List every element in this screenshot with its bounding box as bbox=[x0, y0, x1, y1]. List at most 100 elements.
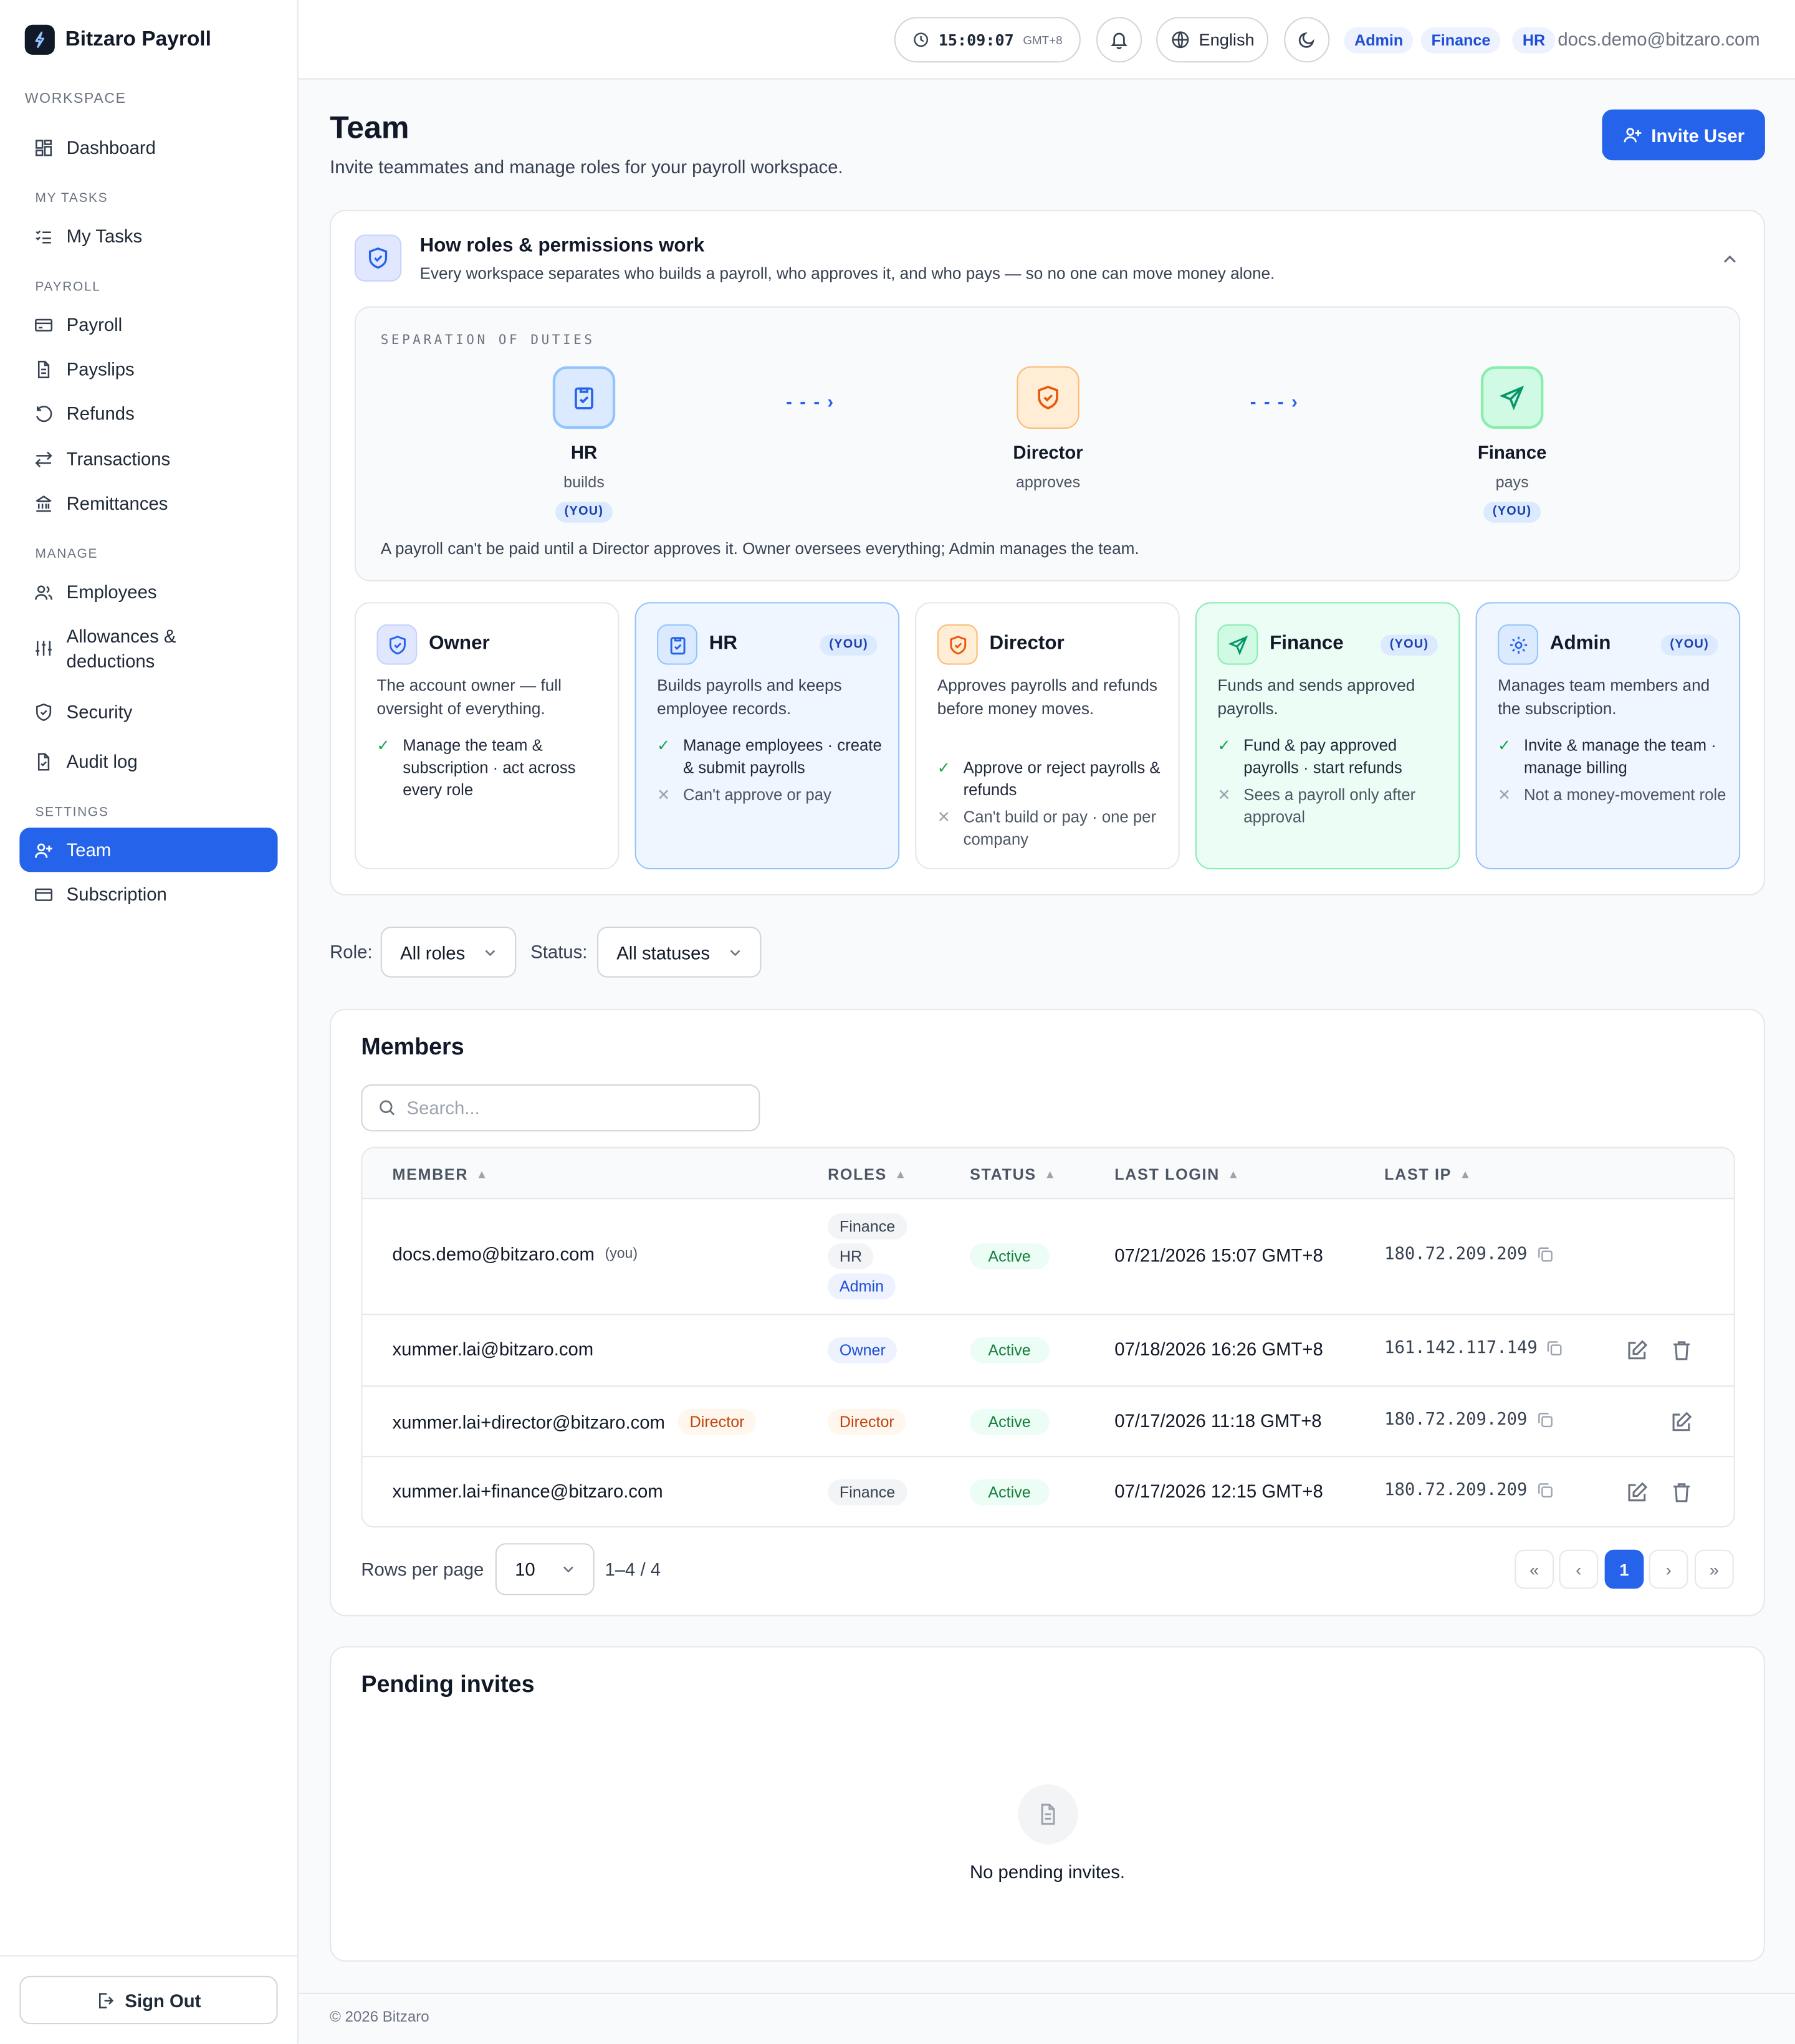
permission-allowed: ✓ Approve or reject payrolls & refunds bbox=[937, 757, 1172, 801]
edit-icon[interactable] bbox=[1625, 1339, 1649, 1362]
duty-name: Finance bbox=[1477, 442, 1547, 463]
previous-page-button[interactable]: ‹ bbox=[1559, 1549, 1599, 1589]
copy-icon[interactable] bbox=[1536, 1411, 1553, 1428]
sidebar-item-transactions[interactable]: Transactions bbox=[19, 446, 277, 472]
shield-check-icon bbox=[354, 234, 402, 282]
last-ip-cell: 161.142.117.149 bbox=[1384, 1339, 1563, 1358]
chevron-down-icon bbox=[485, 949, 495, 956]
column-label: MEMBER bbox=[392, 1165, 469, 1184]
sidebar-item-remittances[interactable]: Remittances bbox=[19, 490, 277, 516]
column-member[interactable]: MEMBER ▲ bbox=[393, 1165, 489, 1183]
role-card-name: Admin bbox=[1549, 632, 1611, 654]
permission-allowed: ✓ Fund & pay approved payrolls · start re… bbox=[1217, 735, 1452, 780]
notifications-button[interactable] bbox=[1096, 17, 1142, 63]
edit-icon[interactable] bbox=[1670, 1410, 1693, 1434]
page-1-button[interactable]: 1 bbox=[1604, 1549, 1644, 1589]
duty-hr: HR builds (YOU) bbox=[506, 366, 663, 523]
you-badge: (YOU) bbox=[1660, 634, 1718, 656]
column-roles[interactable]: ROLES ▲ bbox=[828, 1165, 907, 1183]
member-search[interactable] bbox=[361, 1084, 760, 1132]
copy-icon[interactable] bbox=[1536, 1246, 1553, 1263]
sidebar-item-my-tasks[interactable]: My Tasks bbox=[19, 223, 277, 249]
shield-icon bbox=[376, 624, 418, 665]
user-email[interactable]: docs.demo@bitzaro.com bbox=[1558, 29, 1759, 49]
x-icon: ✕ bbox=[937, 808, 950, 827]
pagination-range: 1–4 / 4 bbox=[605, 1559, 661, 1580]
sidebar-item-label: Allowances & deductions bbox=[67, 624, 176, 674]
last-page-button[interactable]: » bbox=[1694, 1549, 1734, 1589]
theme-toggle-button[interactable] bbox=[1284, 17, 1330, 63]
status-filter-select[interactable]: All statuses bbox=[596, 927, 762, 978]
table-row[interactable]: xummer.lai+finance@bitzaro.com Finance A… bbox=[362, 1457, 1733, 1526]
table-row[interactable]: xummer.lai+director@bitzaro.com Director… bbox=[362, 1387, 1734, 1458]
column-status[interactable]: STATUS ▲ bbox=[970, 1165, 1057, 1183]
status-cell: Active bbox=[970, 1479, 1050, 1506]
sidebar-item-refunds[interactable]: Refunds bbox=[19, 400, 277, 426]
copy-icon[interactable] bbox=[1546, 1340, 1563, 1357]
table-row[interactable]: xummer.lai@bitzaro.com Owner Active 07/1… bbox=[362, 1315, 1734, 1387]
edit-icon[interactable] bbox=[1625, 1481, 1649, 1504]
brand[interactable]: Bitzaro Payroll bbox=[24, 24, 211, 55]
column-label: ROLES bbox=[828, 1165, 887, 1184]
column-last-login[interactable]: LAST LOGIN ▲ bbox=[1114, 1165, 1240, 1183]
status-badge: Active bbox=[970, 1408, 1050, 1435]
you-badge: (YOU) bbox=[1483, 502, 1541, 523]
rows-per-page-value: 10 bbox=[515, 1559, 535, 1580]
member-cell: xummer.lai+director@bitzaro.com Director bbox=[393, 1408, 757, 1435]
trash-icon[interactable] bbox=[1670, 1339, 1693, 1362]
separation-of-duties: SEPARATION OF DUTIES HR builds (YOU) - -… bbox=[354, 306, 1741, 581]
sort-chevron-icon: ▲ bbox=[476, 1167, 489, 1181]
status-badge: Active bbox=[970, 1243, 1050, 1270]
roles-info-title: How roles & permissions work bbox=[419, 234, 705, 257]
sidebar-item-payroll[interactable]: Payroll bbox=[19, 312, 277, 338]
sidebar-item-payslips[interactable]: Payslips bbox=[19, 356, 277, 382]
collapse-chevron-up-icon[interactable] bbox=[1722, 251, 1738, 274]
status-cell: Active bbox=[970, 1408, 1050, 1435]
sidebar-item-team[interactable]: Team bbox=[19, 828, 278, 872]
first-page-button[interactable]: « bbox=[1515, 1549, 1554, 1589]
you-badge: (YOU) bbox=[820, 634, 878, 656]
sidebar-item-audit-log[interactable]: Audit log bbox=[19, 748, 277, 775]
invite-user-button[interactable]: Invite User bbox=[1602, 109, 1765, 161]
next-page-button[interactable]: › bbox=[1649, 1549, 1688, 1589]
search-icon bbox=[380, 1100, 395, 1115]
clock-icon bbox=[914, 32, 928, 47]
member-cell: xummer.lai@bitzaro.com bbox=[393, 1339, 594, 1359]
section-payroll: PAYROLL bbox=[35, 280, 101, 295]
rows-per-page-select[interactable]: 10 bbox=[495, 1543, 595, 1595]
last-login-cell: 07/18/2026 16:26 GMT+8 bbox=[1114, 1338, 1323, 1360]
trash-icon[interactable] bbox=[1670, 1481, 1693, 1504]
sidebar-item-employees[interactable]: Employees bbox=[19, 579, 277, 605]
check-icon: ✓ bbox=[376, 736, 390, 755]
status-filter-value: All statuses bbox=[616, 942, 711, 963]
sidebar-item-security[interactable]: Security bbox=[19, 699, 277, 725]
sidebar-item-allowances[interactable]: Allowances & deductions bbox=[19, 624, 277, 677]
roles-cell: Director bbox=[828, 1408, 906, 1435]
sidebar-item-label-line1: Allowances & bbox=[66, 625, 176, 647]
column-last-ip[interactable]: LAST IP ▲ bbox=[1384, 1165, 1472, 1183]
empty-document-icon bbox=[1018, 1784, 1078, 1845]
sign-out-button[interactable]: Sign Out bbox=[19, 1975, 278, 2025]
check-icon: ✓ bbox=[1217, 736, 1231, 755]
role-card-director: Director Approves payrolls and refunds b… bbox=[915, 602, 1180, 870]
role-card-permissions: ✓ Approve or reject payrolls & refunds ✕ C… bbox=[937, 757, 1172, 856]
role-card-desc: Builds payrolls and keeps employee recor… bbox=[657, 676, 842, 719]
role-filter-select[interactable]: All roles bbox=[380, 927, 517, 978]
section-manage: MANAGE bbox=[35, 547, 98, 562]
role-badge: Director bbox=[828, 1408, 906, 1435]
sidebar-item-label: Subscription bbox=[66, 884, 167, 905]
permission-denied: ✕ Not a money-movement role bbox=[1498, 785, 1732, 807]
permission-denied: ✕ Sees a payroll only after approval bbox=[1217, 785, 1452, 829]
role-card-name: Director bbox=[989, 632, 1065, 654]
permission-text: Can't build or pay · one per company bbox=[963, 808, 1157, 849]
table-row[interactable]: docs.demo@bitzaro.com (you) Finance HR A… bbox=[362, 1199, 1734, 1316]
sidebar-item-subscription[interactable]: Subscription bbox=[19, 881, 277, 907]
footer-copyright: © 2026 Bitzaro bbox=[330, 2010, 429, 2026]
copy-icon[interactable] bbox=[1536, 1482, 1553, 1499]
search-input[interactable] bbox=[406, 1097, 733, 1119]
language-select[interactable]: English bbox=[1156, 17, 1269, 63]
role-card-permissions: ✓ Manage employees · create & submit payr… bbox=[657, 735, 891, 812]
sidebar-item-dashboard[interactable]: Dashboard bbox=[19, 134, 277, 160]
permission-text: Approve or reject payrolls & refunds bbox=[963, 758, 1161, 800]
last-ip: 180.72.209.209 bbox=[1384, 1244, 1528, 1264]
